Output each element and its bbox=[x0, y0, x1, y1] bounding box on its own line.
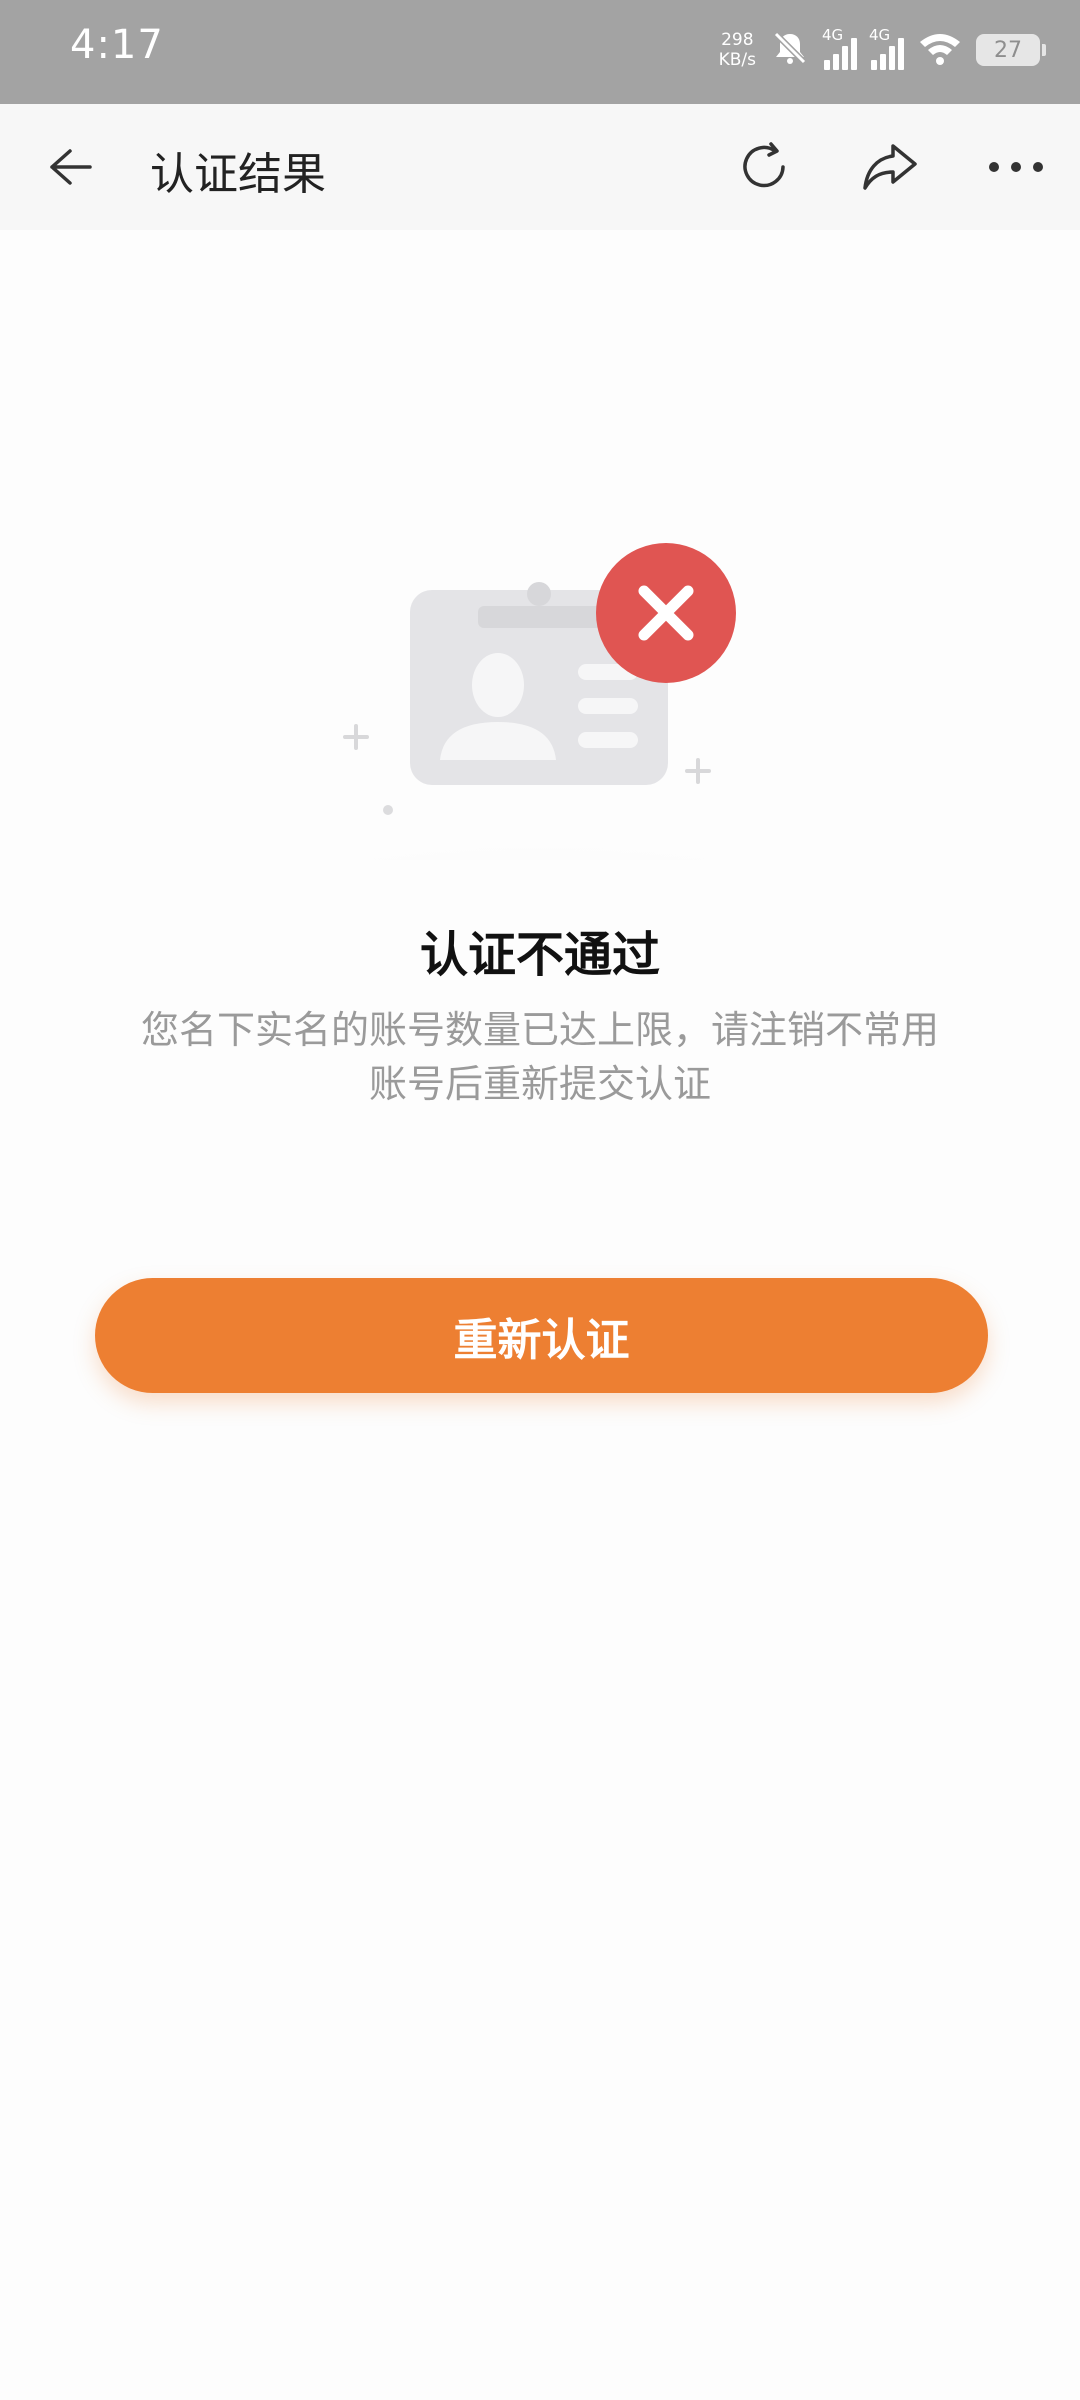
more-dots-icon bbox=[989, 162, 1043, 172]
battery-level: 27 bbox=[994, 37, 1022, 63]
retry-verification-button[interactable]: 重新认证 bbox=[95, 1278, 988, 1393]
result-title: 认证不通过 bbox=[419, 927, 660, 983]
share-button[interactable] bbox=[858, 135, 922, 199]
network-speed-unit: KB/s bbox=[718, 50, 756, 70]
status-icons: 298 KB/s 4G 4G 27 bbox=[719, 22, 1046, 78]
wifi-icon bbox=[918, 30, 962, 70]
status-bar: 4:17 298 KB/s 4G 4G 27 bbox=[0, 0, 1080, 104]
verification-failed-illustration bbox=[260, 520, 820, 910]
page-title: 认证结果 bbox=[150, 149, 326, 200]
network-speed-value: 298 bbox=[721, 30, 754, 50]
app-header: 认证结果 bbox=[0, 104, 1080, 230]
share-icon bbox=[863, 144, 917, 190]
refresh-button[interactable] bbox=[732, 135, 796, 199]
more-button[interactable] bbox=[984, 135, 1048, 199]
back-arrow-icon bbox=[50, 149, 92, 185]
mute-bell-icon bbox=[770, 28, 810, 72]
refresh-icon bbox=[743, 142, 785, 188]
signal-sim2-icon: 4G bbox=[869, 26, 904, 70]
result-description: 您名下实名的账号数量已达上限，请注销不常用账号后重新提交认证 bbox=[140, 1008, 939, 1106]
status-time: 4:17 bbox=[70, 22, 164, 68]
back-button[interactable] bbox=[40, 137, 100, 197]
signal-sim1-icon: 4G bbox=[822, 26, 857, 70]
network-speed: 298 KB/s bbox=[719, 30, 756, 70]
battery-icon: 27 bbox=[976, 34, 1046, 66]
id-card-failed-icon bbox=[270, 543, 810, 910]
